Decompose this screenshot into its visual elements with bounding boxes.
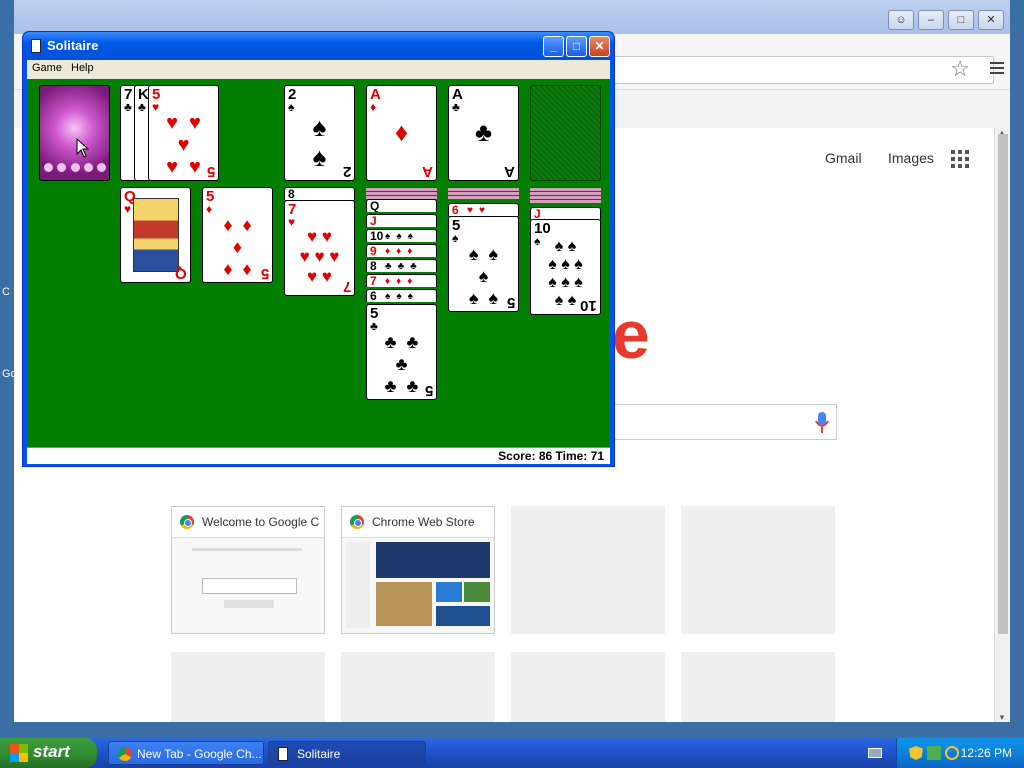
tableau-card[interactable]: J [366,214,437,227]
tile-thumbnail [342,537,494,633]
empty-tile [681,506,835,634]
security-shield-icon[interactable] [909,746,923,760]
tableau-top-card[interactable]: 10 ♠ ♠ ♠ ♠ ♠ ♠ ♠ ♠ ♠ ♠ ♠ 10 [530,219,601,315]
tableau-card[interactable]: 9 ♦♦♦ [366,244,437,257]
empty-tile [171,652,325,722]
tableau-card[interactable]: 6 ♥♥ [448,203,519,216]
tableau-top-card[interactable]: 5 ♣ ♣ ♣ ♣ ♣ ♣ 5 [366,304,437,400]
window-title: Solitaire [47,38,99,53]
tableau-card[interactable]: 8 [284,187,355,200]
windows-logo-icon [10,744,28,762]
system-tray: 12:26 PM [896,738,1024,768]
chrome-menu-icon[interactable] [990,62,1004,77]
chrome-icon [118,747,132,761]
solitaire-icon [278,747,288,761]
start-button[interactable]: start [0,738,97,768]
game-board: 7 ♣ K ♣ 5 ♥ ♥ ♥ ♥ ♥ ♥ 5 2 ♠ ♠ ♠ 2 A ♦ ♦ A A [27,79,610,447]
maximize-button[interactable]: □ [948,10,974,30]
mouse-cursor-icon [76,138,90,158]
desktop-label-c: C [2,286,10,298]
network-icon[interactable] [927,746,941,760]
most-visited-tile[interactable]: Chrome Web Store [341,506,495,634]
page-scrollbar[interactable]: ▲ ▼ [994,128,1010,722]
bookmark-star-icon[interactable]: ☆ [950,58,970,80]
maximize-button[interactable]: □ [566,36,587,57]
queen-portrait [133,198,179,272]
empty-foundation-slot[interactable] [530,85,601,181]
tableau-card[interactable]: 7 ♦♦♦ [366,274,437,287]
images-link[interactable]: Images [888,150,934,166]
close-button[interactable]: ✕ [978,10,1004,30]
solitaire-window: Solitaire _ □ ✕ Game Help 7 ♣ K ♣ 5 ♥ ♥ … [22,31,615,467]
google-search-input[interactable] [612,404,837,440]
tile-thumbnail [172,537,324,633]
status-bar: Score: 86 Time: 71 [27,447,610,464]
tile-title: Chrome Web Store [372,515,475,529]
google-logo: e [612,297,650,373]
close-button[interactable]: ✕ [589,36,610,57]
menu-game[interactable]: Game [32,62,62,74]
keyboard-icon[interactable] [868,748,882,758]
foundation-pile[interactable]: 2 ♠ ♠ ♠ 2 [284,85,355,181]
gmail-link[interactable]: Gmail [825,150,862,166]
chrome-titlebar[interactable]: ☺ – □ ✕ [14,0,1010,34]
empty-tile [681,652,835,722]
solitaire-icon [31,39,41,53]
address-bar[interactable] [594,56,994,84]
foundation-pile[interactable]: A ♦ ♦ A [366,85,437,181]
tableau-card[interactable]: Q ♥ Q [120,187,191,283]
tableau-card[interactable]: 6 ♠♠♠ [366,289,437,302]
tableau-top-card[interactable]: 7 ♥ ♥ ♥ ♥ ♥ ♥ ♥ ♥ 7 [284,200,355,296]
clock: 12:26 PM [960,746,1012,760]
microphone-icon[interactable] [815,412,829,434]
chrome-icon [180,515,194,529]
empty-tile [511,652,665,722]
most-visited-tile[interactable]: Welcome to Google C [171,506,325,634]
menu-help[interactable]: Help [71,62,94,74]
search-icon[interactable] [945,746,959,760]
score-time-readout: Score: 86 Time: 71 [498,449,604,463]
tableau-card[interactable]: 10 ♠♠♠ [366,229,437,242]
tableau-card[interactable]: 5 ♦ ♦ ♦ ♦ ♦ ♦ 5 [202,187,273,283]
apps-grid-icon[interactable] [951,150,969,168]
chrome-web-store-icon [350,515,364,529]
profile-icon[interactable]: ☺ [888,10,914,30]
taskbar-button-solitaire[interactable]: Solitaire [268,741,426,765]
empty-tile [511,506,665,634]
waste-top-card[interactable]: 5 ♥ ♥ ♥ ♥ ♥ ♥ 5 [148,85,219,181]
taskbar-button-chrome[interactable]: New Tab - Google Ch... [108,741,264,765]
solitaire-titlebar[interactable]: Solitaire _ □ ✕ [23,32,614,60]
tile-title: Welcome to Google C [202,515,320,529]
minimize-button[interactable]: – [918,10,944,30]
stock-pile[interactable] [39,85,110,181]
foundation-pile[interactable]: A ♣ ♣ A [448,85,519,181]
tableau-card[interactable]: 8 ♣♣♣ [366,259,437,272]
menu-bar: Game Help [27,60,610,79]
minimize-button[interactable]: _ [543,36,564,57]
tableau-card[interactable]: Q [366,199,437,212]
tableau-top-card[interactable]: 5 ♠ ♠ ♠ ♠ ♠ ♠ 5 [448,216,519,312]
empty-tile [341,652,495,722]
